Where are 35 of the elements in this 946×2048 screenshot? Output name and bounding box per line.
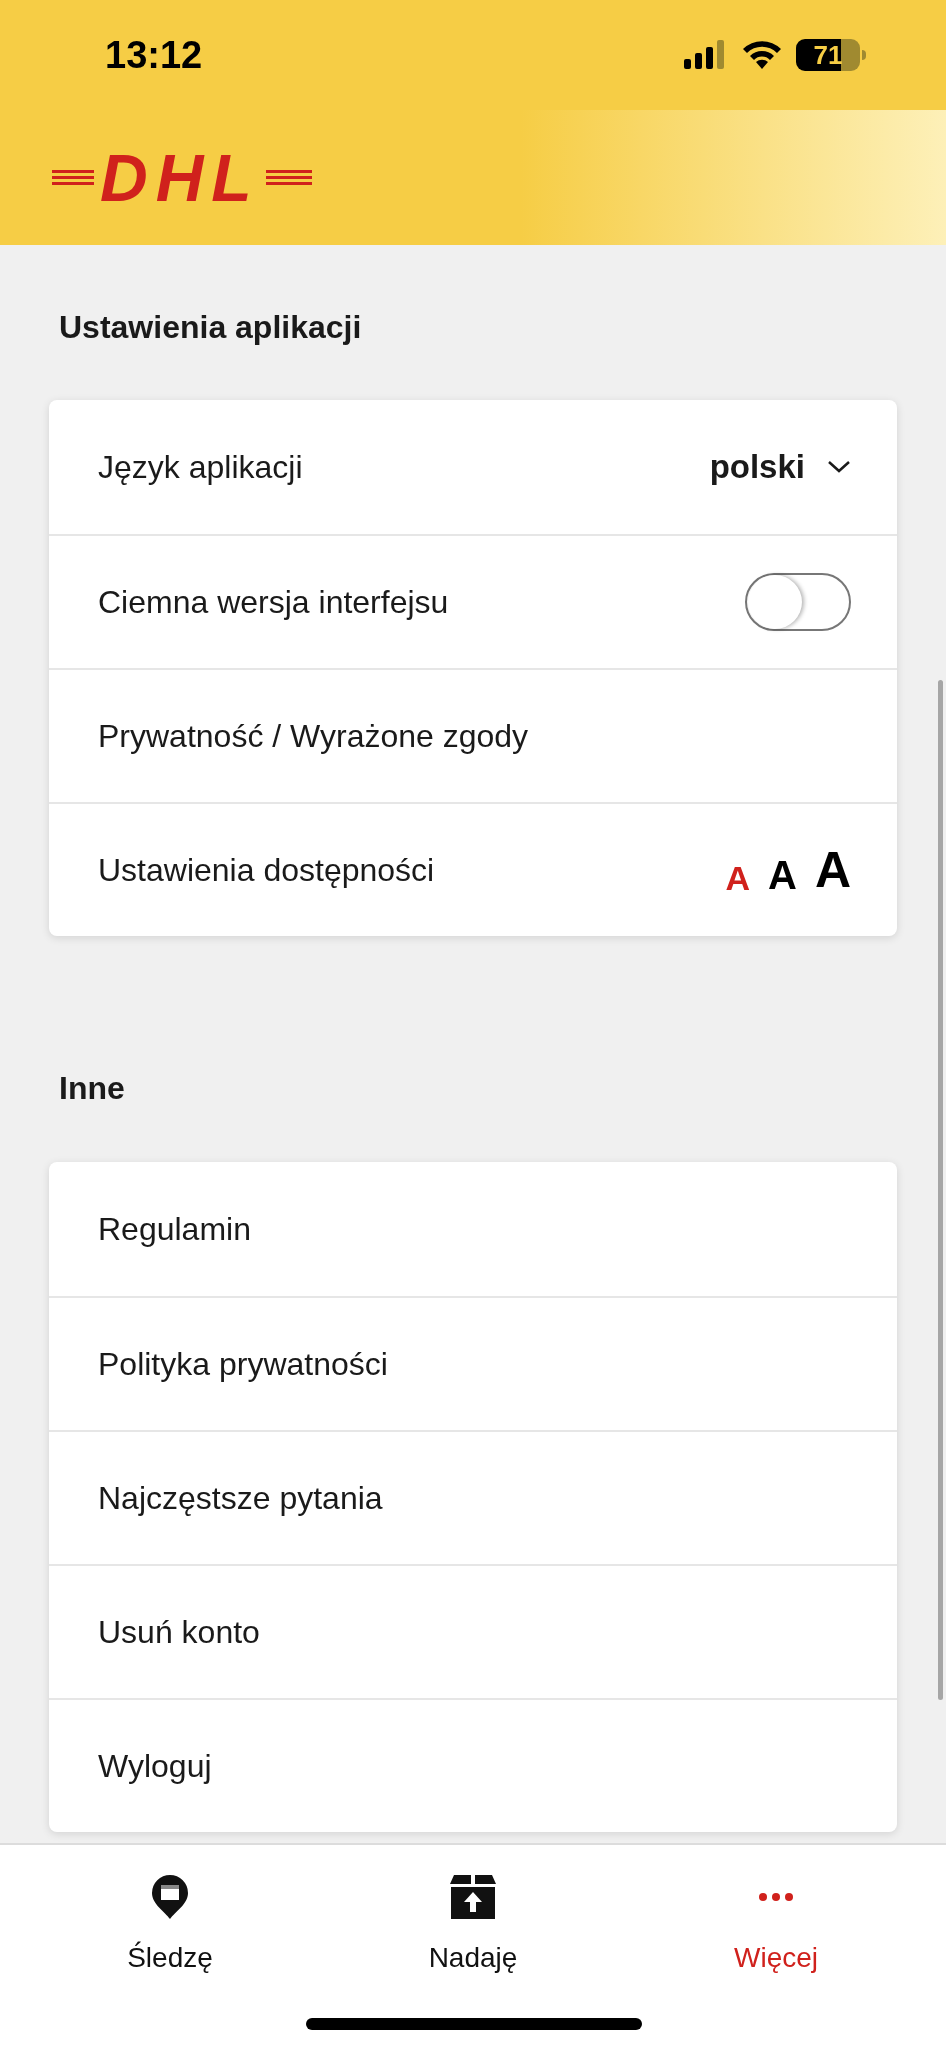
row-label: Polityka prywatności <box>98 1345 388 1384</box>
wifi-icon <box>742 40 782 70</box>
settings-row[interactable]: Ustawienia dostępności A A A <box>49 802 897 936</box>
settings-row[interactable]: Regulamin <box>49 1162 897 1296</box>
tab-bar-item[interactable]: Śledzę <box>110 1867 230 1979</box>
more-icon <box>758 1892 794 1902</box>
status-time: 13:12 <box>105 32 203 78</box>
settings-row[interactable]: Najczęstsze pytania <box>49 1430 897 1564</box>
section-title: Inne <box>59 1069 126 1108</box>
tab-bar-item[interactable]: Nadaję <box>413 1867 533 1979</box>
settings-row[interactable]: Ciemna wersja interfejsu <box>49 534 897 668</box>
row-label: Prywatność / Wyrażone zgody <box>98 717 529 756</box>
box-upload-icon <box>450 1875 496 1919</box>
row-label: Usuń konto <box>98 1613 260 1652</box>
text-size-option[interactable]: A <box>814 845 851 895</box>
settings-row[interactable]: Usuń konto <box>49 1564 897 1698</box>
row-label: Ciemna wersja interfejsu <box>98 583 449 622</box>
location-pin-icon <box>151 1874 189 1920</box>
toggle-switch[interactable] <box>745 573 851 631</box>
settings-row[interactable]: Wyloguj <box>49 1698 897 1832</box>
text-size-option[interactable]: A <box>768 855 797 895</box>
settings-row[interactable]: Język aplikacji polski <box>49 400 897 534</box>
dhl-logo: DHL <box>52 144 312 211</box>
chevron-down-icon <box>827 460 851 474</box>
row-label: Język aplikacji <box>98 448 303 487</box>
row-label: Ustawienia dostępności <box>98 851 435 890</box>
settings-row[interactable]: Polityka prywatności <box>49 1296 897 1430</box>
text-size-option[interactable]: A <box>725 861 750 895</box>
row-label: Regulamin <box>98 1210 251 1249</box>
language-dropdown[interactable]: polski <box>709 442 851 492</box>
tab-bar-item[interactable]: Więcej <box>716 1867 836 1979</box>
section-title: Ustawienia aplikacji <box>59 308 363 347</box>
row-label: Najczęstsze pytania <box>98 1479 383 1518</box>
row-label: Wyloguj <box>98 1747 212 1786</box>
settings-row[interactable]: Prywatność / Wyrażone zgody <box>49 668 897 802</box>
